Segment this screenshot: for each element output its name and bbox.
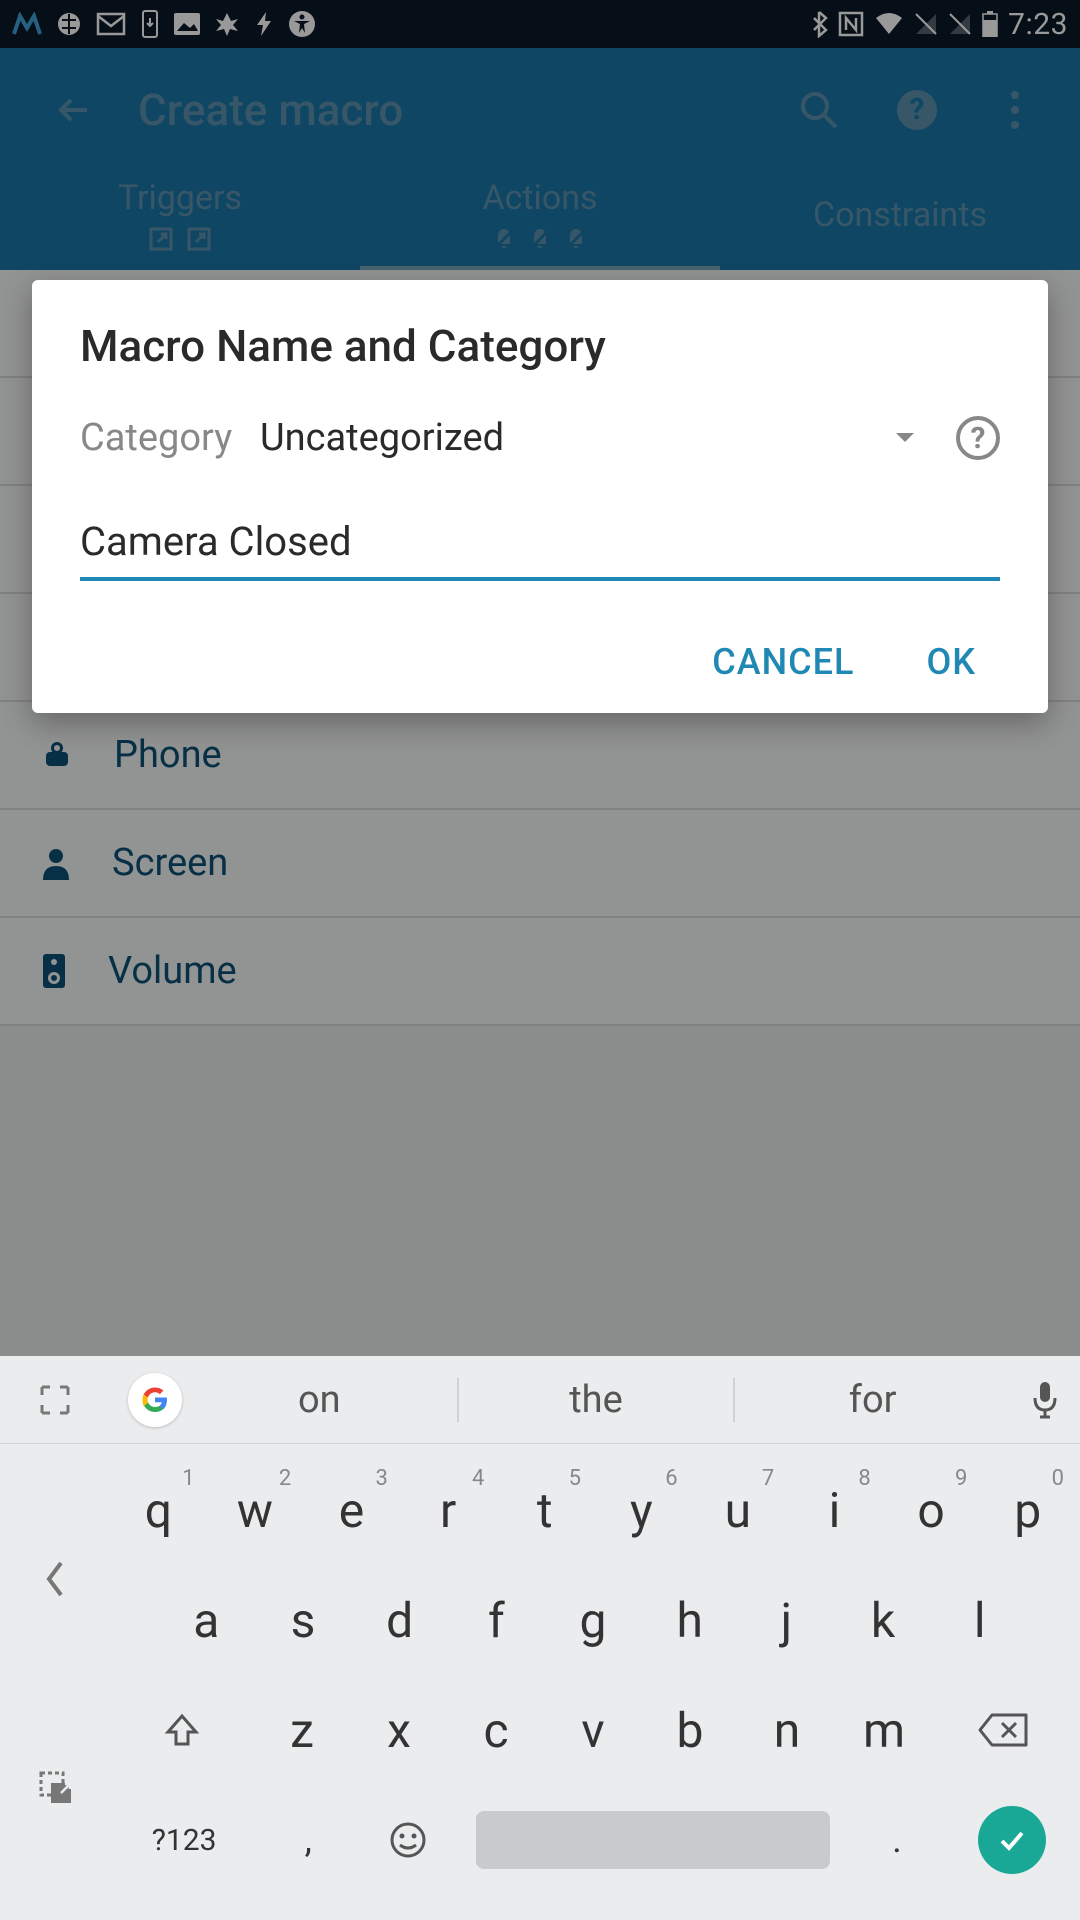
emoji-key[interactable]: [360, 1792, 456, 1888]
check-icon: [994, 1822, 1030, 1858]
key-c[interactable]: c: [450, 1682, 543, 1778]
key-o[interactable]: o9: [885, 1462, 978, 1558]
macro-name-input[interactable]: [80, 510, 1000, 581]
key-r[interactable]: r4: [402, 1462, 495, 1558]
key-g[interactable]: g: [547, 1572, 640, 1668]
dialog-title: Macro Name and Category: [80, 320, 1000, 372]
cancel-button[interactable]: CANCEL: [712, 641, 854, 683]
category-dropdown[interactable]: Uncategorized: [260, 416, 894, 460]
chevron-left-icon: [41, 1557, 69, 1601]
key-d[interactable]: d: [353, 1572, 446, 1668]
mic-icon: [1031, 1380, 1059, 1420]
keyboard-expand-button[interactable]: [0, 1383, 110, 1417]
soft-keyboard: on the for q1w2e3r4t5y6u7i8o9p0 asdfghjk…: [0, 1356, 1080, 1920]
key-b[interactable]: b: [644, 1682, 737, 1778]
expand-icon: [38, 1383, 72, 1417]
key-p[interactable]: p0: [981, 1462, 1074, 1558]
key-i[interactable]: i8: [788, 1462, 881, 1558]
suggestion-1[interactable]: on: [182, 1378, 457, 1422]
key-h[interactable]: h: [643, 1572, 736, 1668]
key-l[interactable]: l: [933, 1572, 1026, 1668]
period-key[interactable]: .: [849, 1792, 945, 1888]
key-n[interactable]: n: [741, 1682, 834, 1778]
shift-key[interactable]: [112, 1682, 252, 1778]
keyboard-float-button[interactable]: [35, 1767, 75, 1807]
key-m[interactable]: m: [838, 1682, 931, 1778]
emoji-icon: [389, 1821, 427, 1859]
category-help-button[interactable]: ?: [956, 416, 1000, 460]
shift-icon: [162, 1710, 202, 1750]
symbols-key[interactable]: ?123: [112, 1792, 256, 1888]
key-s[interactable]: s: [257, 1572, 350, 1668]
key-y[interactable]: y6: [595, 1462, 688, 1558]
ok-button[interactable]: OK: [926, 641, 976, 683]
backspace-icon: [978, 1711, 1030, 1749]
key-f[interactable]: f: [450, 1572, 543, 1668]
category-label: Category: [80, 416, 260, 460]
comma-key[interactable]: ,: [260, 1792, 356, 1888]
suggestion-2[interactable]: the: [459, 1378, 734, 1422]
key-x[interactable]: x: [353, 1682, 446, 1778]
space-key[interactable]: [460, 1792, 844, 1888]
keyboard-collapse-button[interactable]: [41, 1557, 69, 1601]
google-button[interactable]: [128, 1373, 182, 1427]
key-q[interactable]: q1: [112, 1462, 205, 1558]
name-category-dialog: Macro Name and Category Category Uncateg…: [32, 280, 1048, 713]
suggestion-3[interactable]: for: [735, 1378, 1010, 1422]
google-icon: [139, 1384, 171, 1416]
enter-key[interactable]: [949, 1792, 1074, 1888]
float-icon: [35, 1767, 75, 1807]
key-t[interactable]: t5: [498, 1462, 591, 1558]
dropdown-arrow-icon[interactable]: [894, 431, 916, 445]
key-z[interactable]: z: [256, 1682, 349, 1778]
key-a[interactable]: a: [160, 1572, 253, 1668]
key-w[interactable]: w2: [209, 1462, 302, 1558]
voice-input-button[interactable]: [1010, 1380, 1080, 1420]
key-v[interactable]: v: [547, 1682, 640, 1778]
backspace-key[interactable]: [935, 1682, 1075, 1778]
key-e[interactable]: e3: [305, 1462, 398, 1558]
key-u[interactable]: u7: [692, 1462, 785, 1558]
key-j[interactable]: j: [740, 1572, 833, 1668]
key-k[interactable]: k: [837, 1572, 930, 1668]
